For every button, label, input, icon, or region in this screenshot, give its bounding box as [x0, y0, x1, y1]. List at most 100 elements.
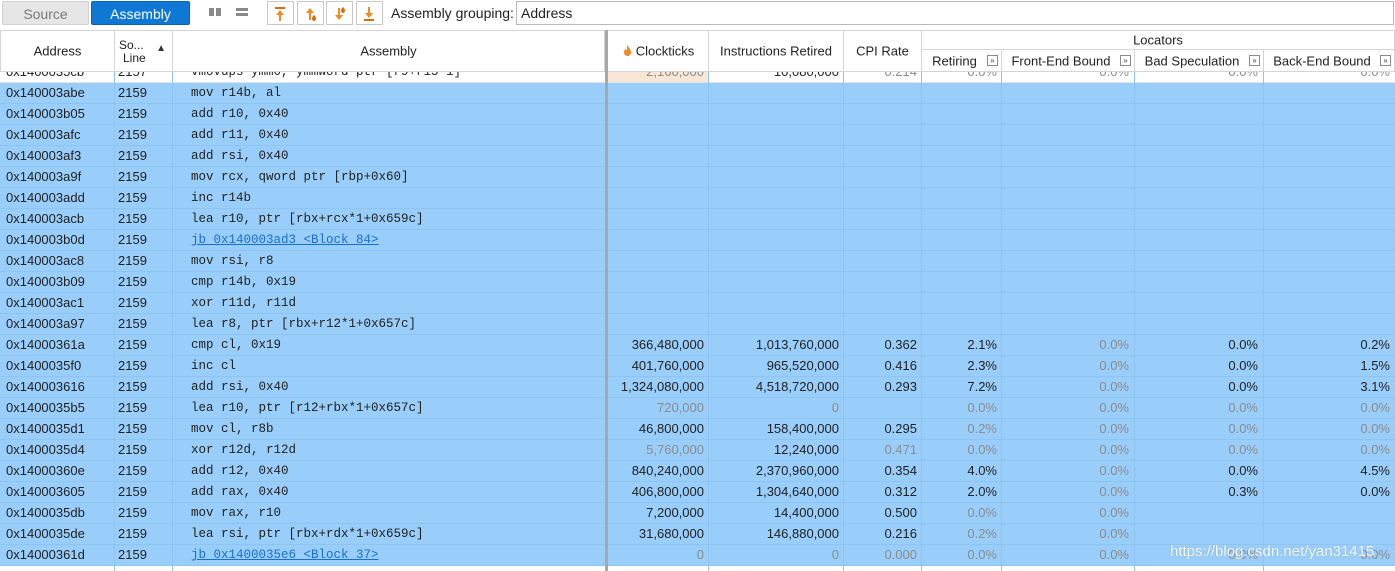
column-header-retiring[interactable]: Retiring »: [922, 50, 1002, 72]
column-header-cpi-rate[interactable]: CPI Rate: [844, 30, 922, 72]
table-row[interactable]: 0x140003616 2159 add rsi, 0x40: [0, 377, 605, 398]
row-retiring: 2.3%: [967, 358, 997, 373]
row-clockticks: 0: [696, 547, 704, 562]
row-address: 0x140003605: [6, 484, 85, 499]
row-front-end-bound: 0.0%: [1099, 358, 1129, 373]
row-bad-speculation: 0.0%: [1228, 442, 1258, 457]
table-row[interactable]: 0x1400035d4 2159 xor r12d, r12d: [0, 440, 605, 461]
row-source-line: 2159: [118, 421, 147, 436]
row-instructions-retired: 14,400,000: [773, 505, 839, 520]
table-row[interactable]: 0x140003ac1 2159 xor r11d, r11d: [0, 293, 605, 314]
row-clockticks: 46,800,000: [638, 421, 704, 436]
table-row[interactable]: 0x1400035f0 2159 inc cl: [0, 356, 605, 377]
table-row[interactable]: 0x140003605 2159 add rax, 0x40: [0, 482, 605, 503]
row-address: 0x140003add: [6, 190, 85, 205]
column-header-front-end-bound[interactable]: Front-End Bound »: [1002, 50, 1135, 72]
table-row[interactable]: 0x140003b05 2159 add r10, 0x40: [0, 104, 605, 125]
column-header-source-line[interactable]: So... Line ▲: [115, 30, 173, 72]
column-header-clockticks[interactable]: Clockticks: [608, 30, 709, 72]
scroll-to-next-hotspot-button[interactable]: [326, 1, 353, 25]
row-retiring: 0.0%: [921, 72, 997, 82]
expand-column-icon[interactable]: »: [1249, 55, 1260, 66]
table-row[interactable]: 0x140003af3 2159 add rsi, 0x40: [0, 146, 605, 167]
assembly-grouping-select[interactable]: Address: [516, 1, 1394, 25]
row-assembly-jump-link[interactable]: jb 0x1400035e6 <Block 37>: [191, 545, 601, 565]
row-address: 0x140003afc: [6, 127, 81, 142]
row-clockticks: [608, 230, 704, 250]
table-row[interactable]: 0x140003a97 2159 lea r8, ptr [rbx+r12*1+0x…: [0, 314, 605, 335]
row-front-end-bound: 0.0%: [1099, 379, 1129, 394]
row-source-line: 2159: [118, 442, 147, 457]
table-row[interactable]: 0x140003abe 2159 mov r14b, al: [0, 83, 605, 104]
table-row[interactable]: 0x14000361d 2159 jb 0x1400035e6 <Block 37>: [0, 545, 605, 566]
row-retiring: 0.0%: [967, 547, 997, 562]
row-cpi-rate: 0.500: [884, 505, 917, 520]
row-clockticks: 401,760,000: [631, 358, 704, 373]
scroll-to-last-hotspot-button[interactable]: [356, 1, 383, 25]
row-back-end-bound: [1264, 104, 1390, 124]
row-cpi-rate: 0.216: [884, 526, 917, 541]
expand-column-icon[interactable]: »: [987, 55, 998, 66]
row-assembly: cmp r14b, 0x19: [191, 275, 297, 289]
row-front-end-bound: [1001, 272, 1129, 292]
row-instructions-retired: 146,880,000: [766, 526, 839, 541]
split-view-icon[interactable]: [208, 5, 224, 21]
column-header-back-end-bound[interactable]: Back-End Bound »: [1264, 50, 1395, 72]
expand-column-icon[interactable]: »: [1380, 55, 1391, 66]
table-row[interactable]: 0x140003b0d 2159 jb 0x140003ad3 <Block 84>: [0, 230, 605, 251]
single-view-icon[interactable]: [235, 5, 251, 21]
row-clockticks: [608, 188, 704, 208]
row-retiring: [921, 146, 997, 166]
column-header-address[interactable]: Address: [0, 30, 115, 72]
row-address: 0x140003616: [6, 379, 85, 394]
row-bad-speculation: 0.0%: [1228, 379, 1258, 394]
table-row[interactable]: 0x140003a9f 2159 mov rcx, qword ptr [rbp+0…: [0, 167, 605, 188]
row-retiring: [921, 293, 997, 313]
column-header-instructions-retired[interactable]: Instructions Retired: [709, 30, 844, 72]
table-row[interactable]: 0x140003ac8 2159 mov rsi, r8: [0, 251, 605, 272]
row-instructions-retired: 2,370,960,000: [755, 463, 839, 478]
table-row[interactable]: 0x1400035cb 2157 vmovups ymm0, ymmword p…: [0, 72, 605, 83]
scroll-to-first-hotspot-button[interactable]: [267, 1, 294, 25]
row-cpi-rate: [843, 104, 917, 124]
row-assembly: lea rsi, ptr [rbx+rdx*1+0x659c]: [191, 527, 424, 541]
table-row[interactable]: 0x140003b09 2159 cmp r14b, 0x19: [0, 272, 605, 293]
row-back-end-bound: [1264, 125, 1390, 145]
pane-splitter[interactable]: [605, 30, 608, 571]
row-cpi-rate: [843, 272, 917, 292]
row-address: 0x14000360e: [6, 463, 85, 478]
row-instructions-retired: [708, 188, 839, 208]
row-source-line: 2159: [118, 85, 147, 100]
row-clockticks: [608, 83, 704, 103]
column-header-bad-speculation[interactable]: Bad Speculation »: [1135, 50, 1264, 72]
table-row[interactable]: 0x1400035d1 2159 mov cl, r8b: [0, 419, 605, 440]
expand-column-icon[interactable]: »: [1120, 55, 1131, 66]
row-clockticks: 720,000: [657, 400, 704, 415]
column-header-assembly[interactable]: Assembly: [173, 30, 605, 72]
column-group-locators: Locators: [922, 30, 1395, 50]
source-tab[interactable]: Source: [2, 1, 89, 25]
row-bad-speculation: [1135, 293, 1258, 313]
column-header-back-end-bound-label: Back-End Bound: [1273, 53, 1371, 68]
row-assembly: inc r14b: [191, 191, 252, 205]
table-row[interactable]: 0x1400035db 2159 mov rax, r10: [0, 503, 605, 524]
row-front-end-bound: 0.0%: [1099, 463, 1129, 478]
row-back-end-bound: [1264, 146, 1390, 166]
row-assembly: mov r14b, al: [191, 86, 282, 100]
assembly-tab[interactable]: Assembly: [91, 1, 190, 25]
scroll-to-prev-hotspot-button[interactable]: [297, 1, 324, 25]
table-row[interactable]: 0x140003add 2159 inc r14b: [0, 188, 605, 209]
table-row[interactable]: 0x14000361a 2159 cmp cl, 0x19: [0, 335, 605, 356]
row-assembly-jump-link[interactable]: jb 0x140003ad3 <Block 84>: [191, 230, 601, 250]
row-bad-speculation: [1135, 209, 1258, 229]
row-cpi-rate: 0.471: [884, 442, 917, 457]
row-source-line: 2159: [118, 484, 147, 499]
table-row[interactable]: 0x140003afc 2159 add r11, 0x40: [0, 125, 605, 146]
row-cpi-rate: 0.362: [884, 337, 917, 352]
row-bad-speculation: [1135, 104, 1258, 124]
row-assembly: inc cl: [191, 359, 237, 373]
table-row[interactable]: 0x140003acb 2159 lea r10, ptr [rbx+rcx*1+0…: [0, 209, 605, 230]
table-row[interactable]: 0x14000360e 2159 add r12, 0x40: [0, 461, 605, 482]
table-row[interactable]: 0x1400035b5 2159 lea r10, ptr [r12+rbx*1+0…: [0, 398, 605, 419]
table-row[interactable]: 0x1400035de 2159 lea rsi, ptr [rbx+rdx*1+0…: [0, 524, 605, 545]
